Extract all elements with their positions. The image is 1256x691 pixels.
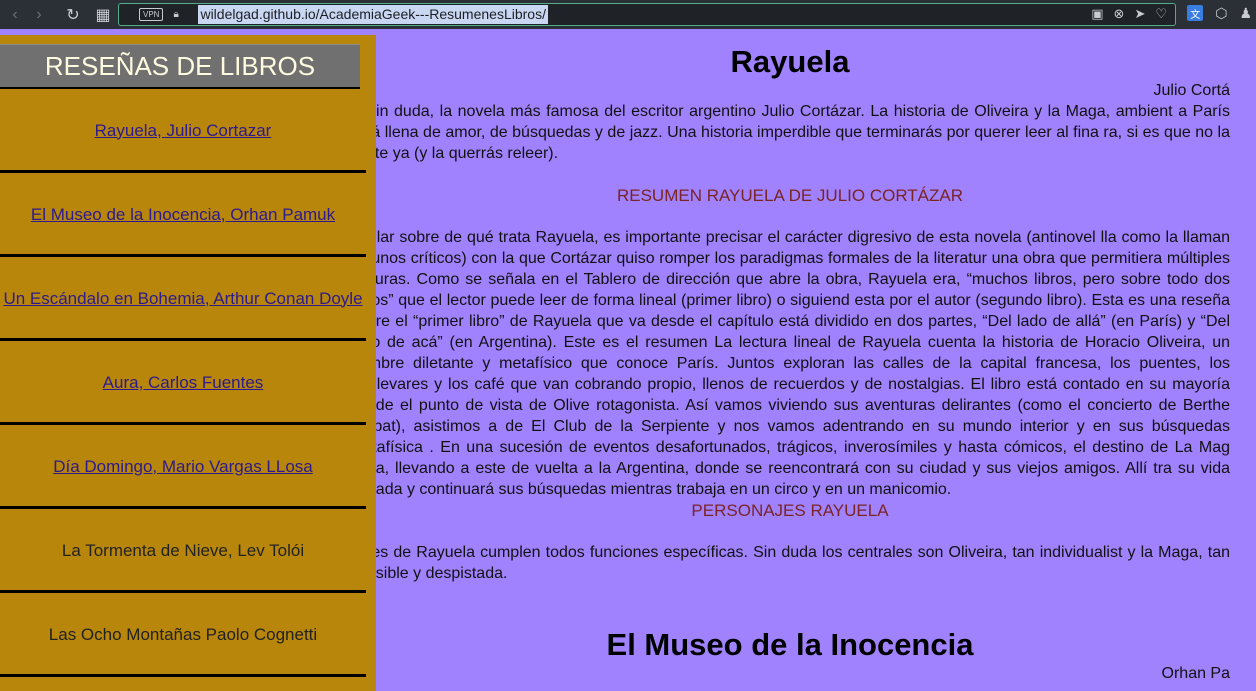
camera-icon[interactable]: ▣ [1091,6,1103,22]
main-content: Rayuela Julio Cortá s, sin duda, la nove… [376,29,1256,691]
book-title: El Museo de la Inocencia [606,627,974,662]
summary-heading: RESUMEN RAYUELA DE JULIO CORTÁZAR [616,186,964,205]
sidebar-item-museo: El Museo de la Inocencia, Orhan Pamuk [0,175,366,257]
book-link[interactable]: Rayuela, Julio Cortazar [95,121,272,141]
lock-icon[interactable]: 🔒︎ [173,9,183,21]
sidebar-item-tormenta: La Tormenta de Nieve, Lev Tolói [0,511,366,593]
send-icon[interactable]: ➤ [1134,6,1145,22]
summary-paragraph: hablar sobre de qué trata Rayuela, es im… [376,229,1230,498]
user-icon[interactable]: ♟ [1239,5,1252,22]
translate-icon[interactable]: 文 [1187,5,1204,21]
book-title: Rayuela [730,44,850,79]
intro-paragraph: s, sin duda, la novela más famosa del es… [376,103,1230,162]
sidebar-item-dia-domingo: Día Domingo, Mario Vargas LLosa [0,427,366,509]
tabs-grid-icon[interactable]: ▦ [88,0,118,29]
book-link[interactable]: Aura, Carlos Fuentes [103,373,264,393]
book-label: La Tormenta de Nieve, Lev Tolói [61,540,305,560]
block-icon[interactable]: ⊗ [1114,6,1125,22]
sidebar-item-escandalo: Un Escándalo en Bohemia, Arthur Conan Do… [0,259,366,341]
sidebar: RESEÑAS DE LIBROS Rayuela, Julio Cortaza… [0,35,376,691]
book-author: Orhan Pa [1161,665,1230,682]
characters-paragraph: najes de Rayuela cumplen todos funciones… [376,544,1230,582]
book-link[interactable]: El Museo de la Inocencia, Orhan Pamuk [31,205,335,225]
vpn-badge[interactable]: VPN [139,8,164,21]
sidebar-title: RESEÑAS DE LIBROS [0,44,360,89]
book-link[interactable]: Día Domingo, Mario Vargas LLosa [53,457,313,477]
sidebar-item-rayuela: Rayuela, Julio Cortazar [0,91,366,173]
reload-icon[interactable]: ↻ [58,0,88,29]
cube-icon[interactable]: ⬡ [1215,5,1227,22]
book-label: Las Ocho Montañas Paolo Cognetti [48,624,318,644]
characters-heading: PERSONAJES RAYUELA [691,501,889,520]
book-author: Julio Cortá [1153,82,1230,99]
heart-icon[interactable]: ♡ [1155,6,1167,22]
book-link[interactable]: Un Escándalo en Bohemia, Arthur Conan Do… [3,289,362,309]
browser-toolbar: ‹ › ↻ ▦ VPN 🔒︎ wildelgad.github.io/Acade… [0,0,1256,29]
address-bar[interactable]: VPN 🔒︎ wildelgad.github.io/AcademiaGeek-… [118,3,1176,26]
sidebar-item-ocho-montanas: Las Ocho Montañas Paolo Cognetti [0,595,366,677]
forward-icon[interactable]: › [24,0,54,29]
sidebar-item-aura: Aura, Carlos Fuentes [0,343,366,425]
url-text[interactable]: wildelgad.github.io/AcademiaGeek---Resum… [198,5,548,24]
